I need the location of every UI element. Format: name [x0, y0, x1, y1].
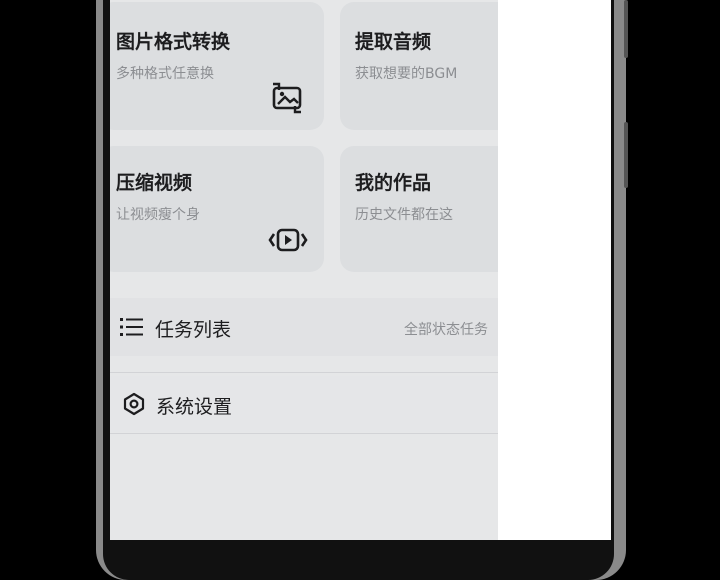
card-subtitle: 多种格式任意换 [116, 66, 214, 82]
task-status-filter[interactable]: 全部状态任务 [404, 319, 488, 339]
card-image-convert[interactable]: 图片格式转换 多种格式任意换 [110, 2, 324, 130]
right-overlay-panel [498, 0, 611, 540]
task-list-label: 任务列表 [155, 319, 232, 341]
card-my-works[interactable]: 我的作品 历史文件都在这 [340, 146, 520, 272]
image-convert-icon [272, 82, 302, 114]
divider [110, 433, 498, 434]
card-subtitle: 让视频瘦个身 [116, 207, 200, 223]
task-list-row[interactable]: 任务列表 全部状态任务 [110, 298, 498, 356]
card-extract-audio[interactable]: 提取音频 获取想要的BGM [340, 2, 520, 130]
divider [110, 372, 498, 373]
side-button-bottom [624, 122, 628, 188]
video-compress-icon [268, 228, 308, 252]
list-icon [120, 318, 143, 336]
settings-label: 系统设置 [156, 396, 233, 418]
card-title: 压缩视频 [116, 172, 193, 194]
card-subtitle: 获取想要的BGM [355, 66, 458, 82]
card-title: 图片格式转换 [116, 31, 231, 53]
card-subtitle: 历史文件都在这 [355, 207, 453, 223]
side-button-top [624, 0, 628, 58]
card-title: 提取音频 [355, 31, 432, 53]
settings-icon [123, 392, 145, 416]
settings-row[interactable]: 系统设置 [110, 376, 498, 432]
card-title: 我的作品 [355, 172, 432, 194]
card-compress-video[interactable]: 压缩视频 让视频瘦个身 [110, 146, 324, 272]
